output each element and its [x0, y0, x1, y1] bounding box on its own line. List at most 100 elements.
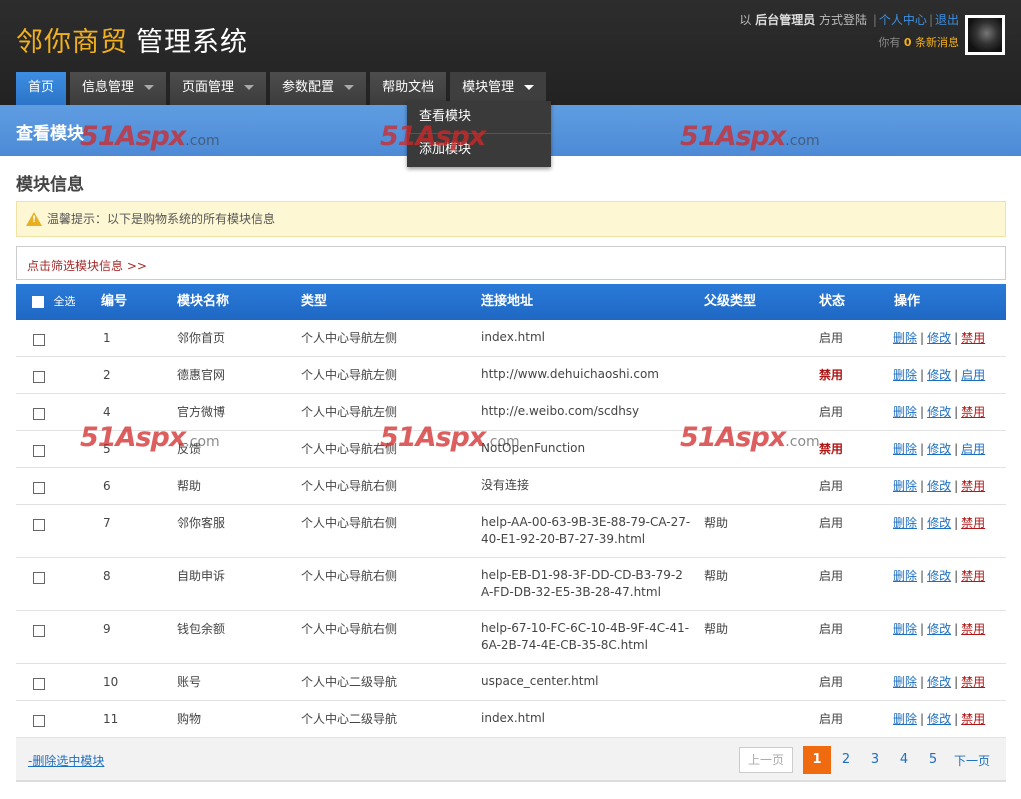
row-checkbox[interactable] — [33, 518, 45, 531]
delete-link[interactable]: 删除 — [893, 622, 917, 636]
ops-separator: | — [954, 569, 959, 583]
edit-link[interactable]: 修改 — [927, 569, 951, 583]
edit-link[interactable]: 修改 — [927, 331, 951, 345]
select-all-checkbox[interactable] — [32, 296, 44, 308]
nav-label: 模块管理 — [462, 80, 515, 95]
msg-suffix[interactable]: 条新消息 — [915, 36, 959, 49]
caret-down-icon — [144, 85, 155, 90]
page-4[interactable]: 4 — [890, 746, 918, 774]
edit-link[interactable]: 修改 — [927, 516, 951, 530]
toggle-status-link[interactable]: 启用 — [961, 442, 985, 456]
cell-parent: 帮助 — [704, 569, 729, 583]
nav-item-page[interactable]: 页面管理 — [170, 72, 267, 105]
ops-separator: | — [954, 479, 959, 493]
toggle-status-link[interactable]: 禁用 — [961, 405, 985, 419]
cell-status: 启用 — [819, 622, 844, 636]
delete-link[interactable]: 删除 — [893, 675, 917, 689]
cell-ops: 删除 | 修改 | 禁用 — [893, 558, 985, 594]
row-checkbox-cell[interactable] — [33, 443, 45, 457]
next-page-button[interactable]: 下一页 — [954, 752, 990, 769]
row-checkbox-cell[interactable] — [33, 623, 45, 637]
row-checkbox[interactable] — [33, 714, 45, 727]
cell-type: 个人中心导航右侧 — [301, 516, 398, 530]
edit-link[interactable]: 修改 — [927, 405, 951, 419]
edit-link[interactable]: 修改 — [927, 442, 951, 456]
row-checkbox-cell[interactable] — [33, 332, 45, 346]
ops-separator: | — [920, 712, 925, 726]
delete-link[interactable]: 删除 — [893, 516, 917, 530]
nav-item-home[interactable]: 首页 — [16, 72, 67, 105]
edit-link[interactable]: 修改 — [927, 479, 951, 493]
row-checkbox[interactable] — [33, 333, 45, 346]
delete-link[interactable]: 删除 — [893, 479, 917, 493]
edit-link[interactable]: 修改 — [927, 675, 951, 689]
cell-type: 个人中心导航右侧 — [301, 622, 398, 636]
row-checkbox-cell[interactable] — [33, 517, 45, 531]
row-checkbox-cell[interactable] — [33, 570, 45, 584]
filter-toggle[interactable]: 点击筛选模块信息 >> — [16, 246, 1006, 280]
watermark-brand: 51Aspx — [680, 121, 786, 152]
delete-link[interactable]: 删除 — [893, 442, 917, 456]
row-checkbox[interactable] — [33, 571, 45, 584]
toggle-status-link[interactable]: 禁用 — [961, 479, 985, 493]
cell-id: 7 — [103, 516, 111, 530]
logo[interactable]: 邻你商贸 管理系统 — [16, 20, 248, 59]
edit-link[interactable]: 修改 — [927, 622, 951, 636]
cell-status: 启用 — [819, 331, 844, 345]
row-checkbox-cell[interactable] — [33, 480, 45, 494]
edit-link[interactable]: 修改 — [927, 712, 951, 726]
row-checkbox-cell[interactable] — [33, 369, 45, 383]
toggle-status-link[interactable]: 启用 — [961, 368, 985, 382]
row-checkbox[interactable] — [33, 370, 45, 383]
toggle-status-link[interactable]: 禁用 — [961, 712, 985, 726]
header-url: 连接地址 — [481, 294, 534, 309]
row-checkbox[interactable] — [33, 677, 45, 690]
delete-link[interactable]: 删除 — [893, 712, 917, 726]
delete-link[interactable]: 删除 — [893, 405, 917, 419]
user-center-link[interactable]: 个人中心 — [879, 13, 927, 27]
delete-selected-button[interactable]: -删除选中模块 — [28, 752, 104, 769]
cell-status: 禁用 — [819, 442, 844, 456]
delete-link[interactable]: 删除 — [893, 331, 917, 345]
watermark-brand: 51Aspx — [380, 121, 486, 152]
filter-label: 点击筛选模块信息 >> — [27, 259, 147, 273]
separator: | — [872, 13, 877, 27]
row-checkbox[interactable] — [33, 407, 45, 420]
cell-type: 个人中心导航右侧 — [301, 479, 398, 493]
delete-link[interactable]: 删除 — [893, 368, 917, 382]
select-all[interactable]: 全选 — [32, 284, 76, 320]
row-checkbox[interactable] — [33, 444, 45, 457]
page-3[interactable]: 3 — [861, 746, 889, 774]
nav-item-params[interactable]: 参数配置 — [270, 72, 367, 105]
avatar[interactable] — [965, 15, 1005, 55]
delete-link[interactable]: 删除 — [893, 569, 917, 583]
edit-link[interactable]: 修改 — [927, 368, 951, 382]
ops-separator: | — [920, 368, 925, 382]
toggle-status-link[interactable]: 禁用 — [961, 622, 985, 636]
row-checkbox-cell[interactable] — [33, 676, 45, 690]
logout-link[interactable]: 退出 — [935, 13, 959, 27]
toggle-status-link[interactable]: 禁用 — [961, 516, 985, 530]
watermark: 51Aspx.com — [680, 422, 820, 453]
page-5[interactable]: 5 — [919, 746, 947, 774]
page-1[interactable]: 1 — [802, 746, 831, 774]
cell-id: 8 — [103, 569, 111, 583]
page-2[interactable]: 2 — [832, 746, 860, 774]
cell-status: 禁用 — [819, 368, 844, 382]
cell-type: 个人中心导航左侧 — [301, 331, 398, 345]
msg-prefix: 你有 — [878, 36, 901, 49]
cell-name: 购物 — [177, 712, 202, 726]
cell-type: 个人中心二级导航 — [301, 675, 398, 689]
msg-count[interactable]: 0 — [904, 36, 912, 49]
prev-page-button[interactable]: 上一页 — [738, 747, 793, 773]
toggle-status-link[interactable]: 禁用 — [961, 331, 985, 345]
row-checkbox[interactable] — [33, 481, 45, 494]
cell-name: 账号 — [177, 675, 202, 689]
watermark-brand: 51Aspx — [380, 422, 486, 453]
toggle-status-link[interactable]: 禁用 — [961, 569, 985, 583]
toggle-status-link[interactable]: 禁用 — [961, 675, 985, 689]
nav-item-info[interactable]: 信息管理 — [70, 72, 167, 105]
row-checkbox-cell[interactable] — [33, 406, 45, 420]
row-checkbox-cell[interactable] — [33, 713, 45, 727]
row-checkbox[interactable] — [33, 624, 45, 637]
